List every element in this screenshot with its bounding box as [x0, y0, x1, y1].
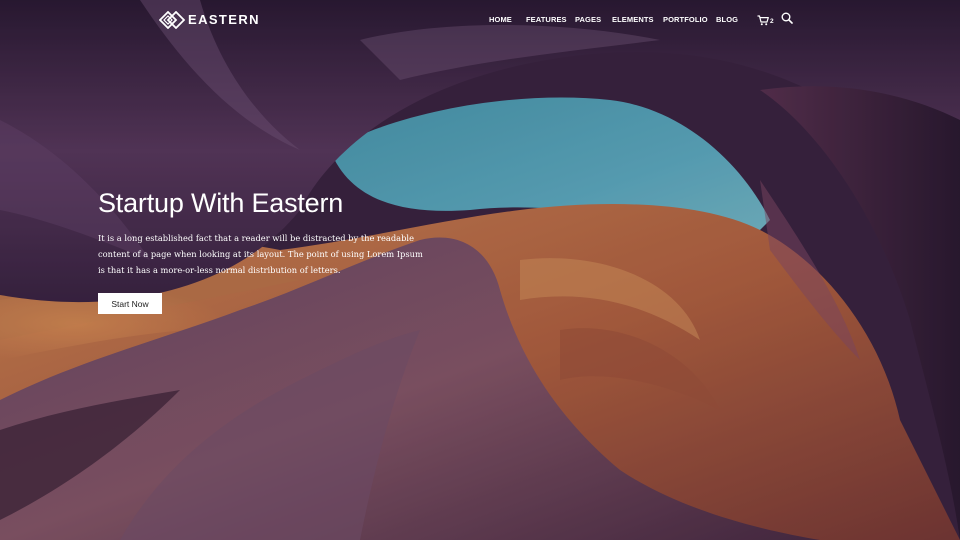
nav-item-pages[interactable]: PAGES [575, 14, 601, 26]
main-menu: HOME FEATURES PAGES ELEMENTS PORTFOLIO B… [0, 14, 960, 26]
nav-item-features[interactable]: FEATURES [526, 14, 567, 26]
cart-icon [757, 15, 769, 26]
hero-description: It is a long established fact that a rea… [98, 233, 423, 275]
hero-title: Startup With Eastern [98, 188, 344, 218]
cart-button[interactable]: 2 [757, 12, 774, 26]
hero-section: Startup With Eastern It is a long establ… [98, 186, 428, 278]
top-navigation-bar: EASTERN HOME FEATURES PAGES ELEMENTS POR… [0, 0, 960, 40]
nav-item-blog[interactable]: BLOG [716, 14, 738, 26]
nav-item-home[interactable]: HOME [489, 14, 512, 26]
search-button[interactable] [781, 12, 793, 24]
cart-count-badge: 2 [770, 18, 774, 25]
search-icon [781, 12, 793, 24]
nav-item-elements[interactable]: ELEMENTS [612, 14, 654, 26]
start-now-button[interactable]: Start Now [98, 293, 162, 314]
nav-item-portfolio[interactable]: PORTFOLIO [663, 14, 708, 26]
